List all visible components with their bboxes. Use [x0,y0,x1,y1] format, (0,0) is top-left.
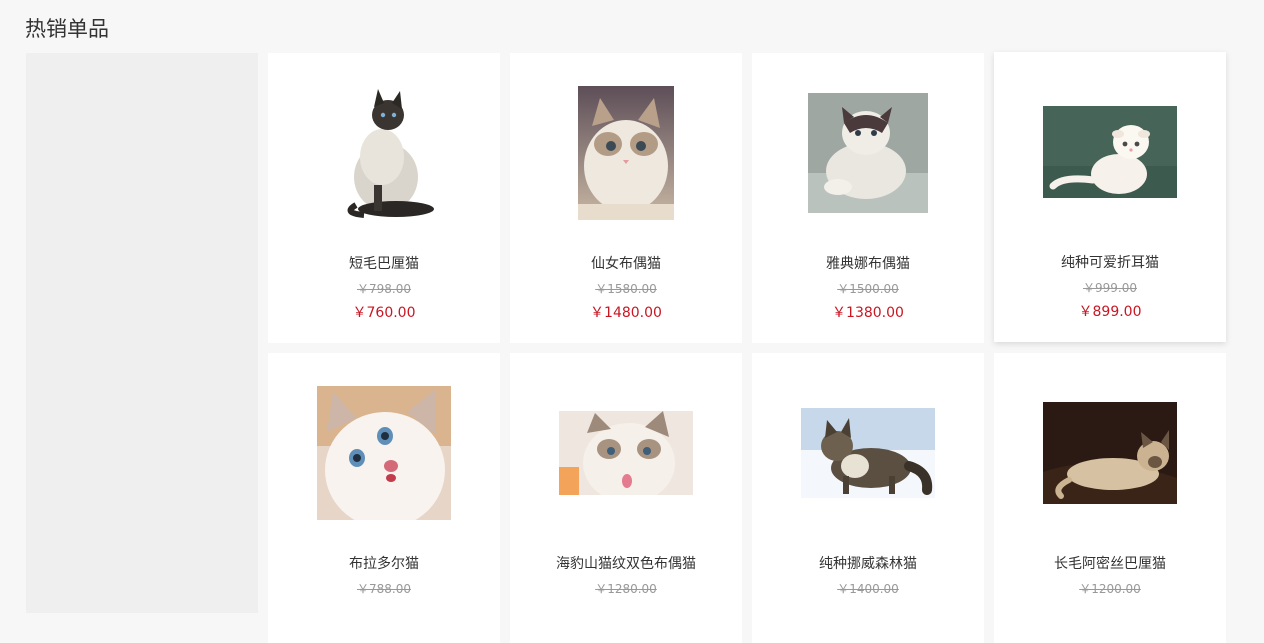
product-name[interactable]: 雅典娜布偶猫 [752,254,984,274]
product-card[interactable]: 雅典娜布偶猫 ￥1500.00 ￥1380.00 [752,53,984,343]
original-price: ￥999.00 [1083,281,1137,295]
original-price: ￥1500.00 [837,282,899,296]
product-image[interactable] [317,386,451,520]
original-price: ￥1200.00 [1079,582,1141,596]
product-name[interactable]: 布拉多尔猫 [268,554,500,574]
original-price: ￥1280.00 [595,582,657,596]
product-card[interactable]: 纯种挪威森林猫 ￥1400.00 [752,353,984,643]
product-name[interactable]: 纯种可爱折耳猫 [994,253,1226,273]
product-image[interactable] [801,408,935,498]
original-price: ￥1580.00 [595,282,657,296]
product-name[interactable]: 纯种挪威森林猫 [752,554,984,574]
product-image[interactable] [808,93,928,213]
product-card[interactable]: 仙女布偶猫 ￥1580.00 ￥1480.00 [510,53,742,343]
sale-price: ￥760.00 [352,305,416,321]
product-image[interactable] [334,85,434,221]
section-title: 热销单品 [25,17,109,41]
product-name[interactable]: 仙女布偶猫 [510,254,742,274]
product-card[interactable]: 布拉多尔猫 ￥788.00 [268,353,500,643]
original-price: ￥788.00 [357,582,411,596]
product-card[interactable]: 短毛巴厘猫 ￥798.00 ￥760.00 [268,53,500,343]
product-name[interactable]: 海豹山猫纹双色布偶猫 [510,554,742,574]
product-card[interactable]: 长毛阿密丝巴厘猫 ￥1200.00 [994,353,1226,643]
original-price: ￥1400.00 [837,582,899,596]
original-price: ￥798.00 [357,282,411,296]
product-image[interactable] [578,86,674,220]
promo-banner[interactable] [26,53,258,613]
product-image[interactable] [1043,402,1177,504]
product-name[interactable]: 长毛阿密丝巴厘猫 [994,554,1226,574]
product-image[interactable] [1043,106,1177,198]
product-card[interactable]: 纯种可爱折耳猫 ￥999.00 ￥899.00 [994,52,1226,342]
sale-price: ￥899.00 [1078,304,1142,320]
sale-price: ￥1380.00 [832,305,904,321]
sale-price: ￥1480.00 [590,305,662,321]
product-image[interactable] [559,411,693,495]
product-card[interactable]: 海豹山猫纹双色布偶猫 ￥1280.00 [510,353,742,643]
product-name[interactable]: 短毛巴厘猫 [268,254,500,274]
